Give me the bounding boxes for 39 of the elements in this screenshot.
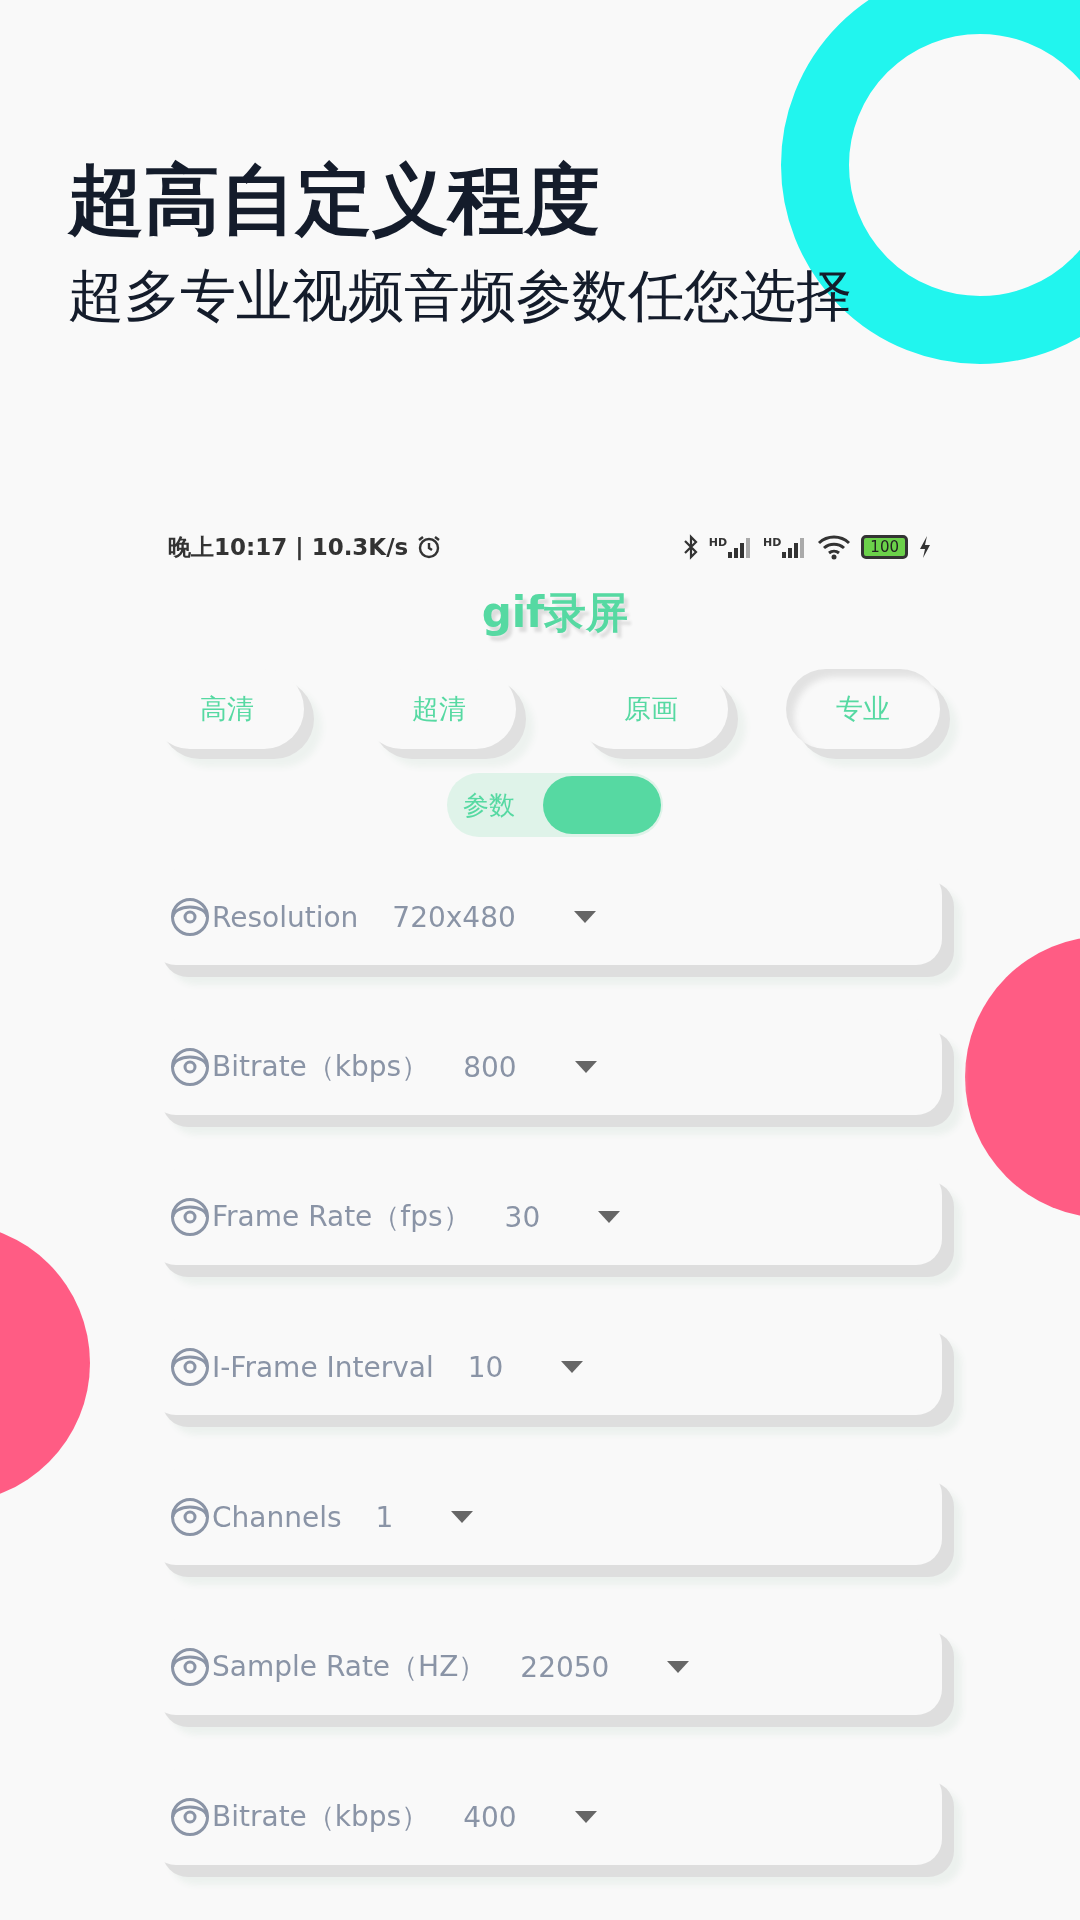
setting-label: Bitrate（kbps） (212, 1799, 430, 1835)
headline: 超高自定义程度 (68, 154, 601, 246)
wifi-icon (817, 534, 852, 560)
setting-label: Sample Rate（HZ） (212, 1649, 487, 1685)
setting-value[interactable]: 22050 (520, 1650, 610, 1684)
dropdown-caret-icon[interactable] (598, 1211, 621, 1223)
network-label: HD (763, 536, 782, 549)
setting-value[interactable]: 10 (467, 1350, 504, 1384)
setting-value[interactable]: 30 (504, 1200, 541, 1234)
disc-icon (170, 1647, 210, 1687)
setting-label: Bitrate（kbps） (212, 1049, 430, 1085)
setting-label: I-Frame Interval (212, 1350, 434, 1384)
disc-icon (170, 1347, 210, 1387)
dropdown-caret-icon[interactable] (573, 911, 596, 923)
battery-level: 100 (861, 535, 908, 559)
dropdown-caret-icon[interactable] (667, 1661, 690, 1673)
setting-label: Channels (212, 1500, 342, 1534)
dropdown-caret-icon[interactable] (561, 1361, 584, 1373)
dropdown-caret-icon[interactable] (574, 1061, 597, 1073)
setting-label: Frame Rate（fps） (212, 1199, 471, 1235)
setting-value[interactable]: 720x480 (392, 900, 516, 934)
setting-value[interactable]: 800 (463, 1050, 517, 1084)
status-time: 晚上10:17 | 10.3K/s (168, 532, 409, 563)
disc-icon (170, 1497, 210, 1537)
signal-icon (727, 536, 753, 558)
dropdown-caret-icon[interactable] (574, 1811, 597, 1823)
setting-value[interactable]: 400 (463, 1800, 517, 1834)
disc-icon (170, 1797, 210, 1837)
network-label: HD (708, 536, 727, 549)
params-toggle[interactable]: 参数 (447, 773, 663, 837)
disc-icon (170, 897, 210, 937)
setting-value[interactable]: 1 (375, 1500, 394, 1534)
app-title: gif录屏 (480, 587, 630, 639)
disc-icon (170, 1197, 210, 1237)
setting-label: Resolution (212, 900, 359, 934)
dropdown-caret-icon[interactable] (451, 1511, 474, 1523)
disc-icon (170, 1047, 210, 1087)
charging-icon (918, 535, 932, 559)
bluetooth-icon (682, 534, 699, 560)
